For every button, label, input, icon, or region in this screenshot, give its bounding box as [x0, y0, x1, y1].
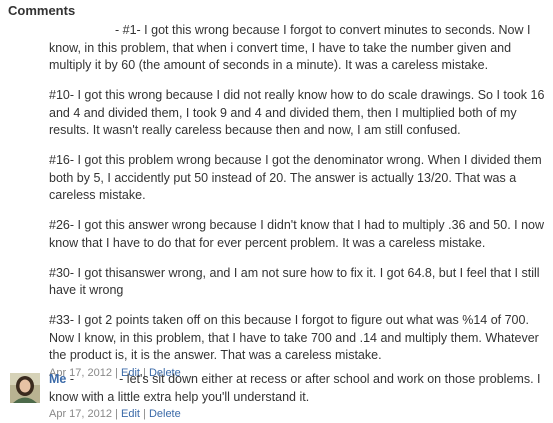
edit-link[interactable]: Edit — [121, 408, 140, 420]
reply-text: - - let's sit down either at recess or a… — [49, 372, 544, 404]
reply-content: Me - - let's sit down either at recess o… — [49, 371, 545, 406]
comment-paragraph: #30- I got thisanswer wrong, and I am no… — [49, 265, 540, 298]
author-link[interactable]: Me — [49, 372, 66, 386]
comment-paragraph: - #1- I got this wrong because I forgot … — [49, 23, 531, 72]
comment: - #1- I got this wrong because I forgot … — [49, 22, 545, 381]
meta-separator: | — [143, 408, 146, 420]
reply-date: Apr 17, 2012 — [49, 408, 112, 420]
comment-paragraph: #33- I got 2 points taken off on this be… — [49, 313, 539, 362]
person-photo-icon — [10, 373, 40, 403]
comment-paragraph: #10- I got this wrong because I did not … — [49, 88, 545, 137]
comments-heading: Comments — [8, 3, 76, 18]
reply-meta: Apr 17, 2012 | Edit | Delete — [49, 407, 545, 422]
reply-body: Me - - let's sit down either at recess o… — [49, 371, 545, 422]
meta-separator: | — [115, 408, 118, 420]
comment-paragraph: #16- I got this problem wrong because I … — [49, 153, 542, 202]
delete-link[interactable]: Delete — [149, 408, 181, 420]
comment-paragraph: #26- I got this answer wrong because I d… — [49, 218, 545, 250]
